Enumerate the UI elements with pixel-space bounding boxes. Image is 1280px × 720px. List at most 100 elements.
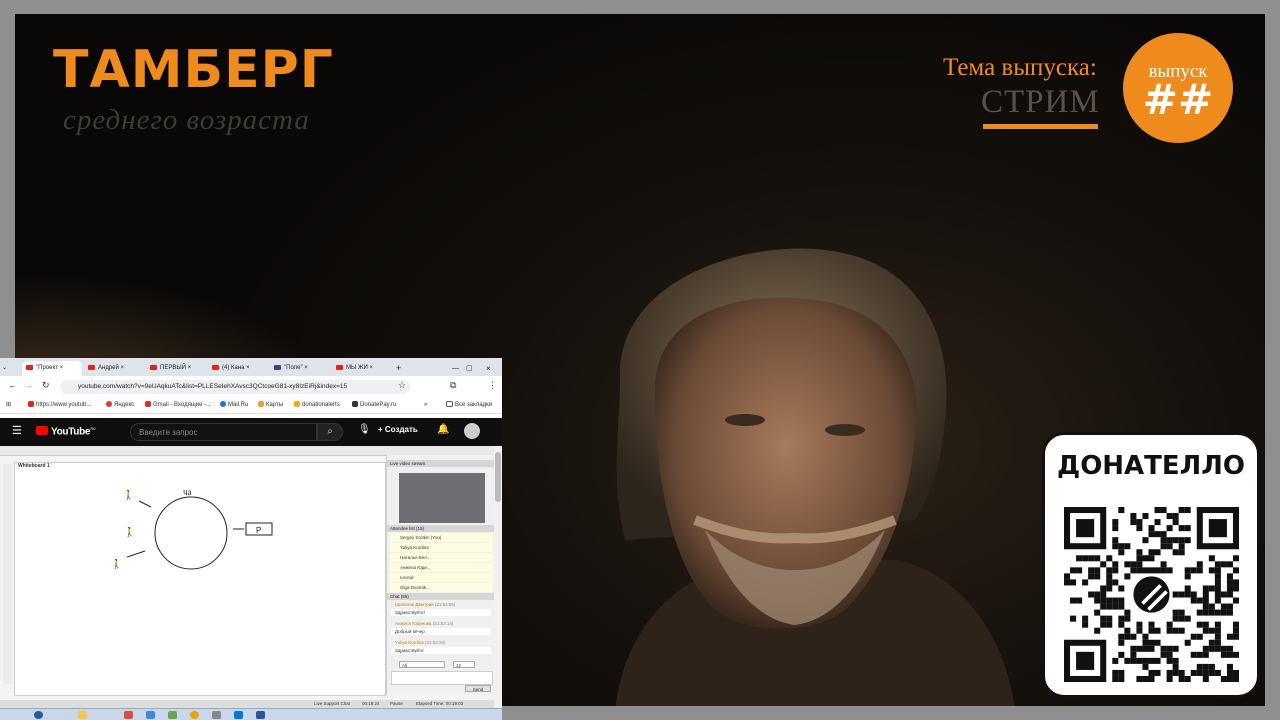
bookmark-item[interactable]: Яндекс — [106, 399, 134, 411]
bookmark-item[interactable]: https://www.youtub... — [28, 399, 91, 411]
all-bookmarks[interactable]: Все закладки — [446, 399, 492, 411]
chat-author-name: Анжела Юдинова — [395, 621, 432, 626]
tab-menu-icon[interactable]: ⌄ — [2, 361, 16, 376]
word-icon[interactable] — [256, 711, 265, 719]
attendee-row[interactable]: Yuliya Kurdina — [390, 543, 493, 552]
search-icon[interactable]: ⌕ — [317, 423, 343, 441]
minimize-icon[interactable]: — — [452, 361, 459, 376]
browser-tab[interactable]: МЫ ЖИ × — [332, 361, 392, 376]
more-bookmarks-icon[interactable]: » — [424, 399, 427, 411]
box-label: P — [256, 526, 261, 535]
maximize-icon[interactable]: ▢ — [466, 361, 473, 376]
bookmark-label: Яндекс — [114, 402, 135, 408]
browser-tab[interactable]: "Проект × — [22, 361, 82, 376]
whiteboard-canvas: ча P 🚶 🚶 🚶 — [14, 462, 386, 696]
browser-tab[interactable]: Андрей × — [84, 361, 144, 376]
skype-icon[interactable] — [234, 711, 243, 719]
chat-time: (21:53:14) — [432, 621, 454, 626]
taskbar-app-icon[interactable] — [168, 711, 177, 719]
chat-author: Анжела Юдинова (21:53:14) — [395, 621, 453, 626]
close-window-icon[interactable]: × — [486, 361, 491, 376]
create-button[interactable]: + Создать — [378, 425, 418, 434]
chat-message: Здравствуйте — [391, 647, 491, 654]
chat-input[interactable] — [391, 671, 493, 685]
topic-value: СТРИМ — [981, 84, 1100, 120]
apps-icon[interactable]: ⊞ — [6, 399, 11, 411]
episode-badge: выпуск ## — [1123, 33, 1233, 143]
pause-button[interactable]: Pause — [390, 700, 403, 708]
start-button-icon[interactable] — [34, 711, 43, 719]
send-button[interactable]: Send — [465, 685, 491, 692]
bookmark-item[interactable]: Карты — [258, 399, 283, 411]
bookmark-item[interactable]: DonatePay.ru — [352, 399, 396, 411]
youtube-icon — [88, 364, 95, 370]
chat-author-name: Yuliya Kurdina — [395, 640, 424, 645]
url-field[interactable]: youtube.com/watch?v=9eUAqkuATc&list=PLLE… — [60, 380, 410, 394]
page-scrollbar[interactable] — [494, 446, 502, 708]
maps-icon — [258, 401, 264, 408]
donation-qr-code[interactable] — [1064, 507, 1239, 682]
attendee-row[interactable]: Sergey Krotkin (You) — [390, 533, 493, 542]
bookmark-item[interactable]: donationalerts — [294, 399, 340, 411]
address-bar: ← → ↻ youtube.com/watch?v=9eUAqkuATc&lis… — [0, 376, 502, 397]
new-tab-button[interactable]: + — [396, 361, 401, 376]
youtube-icon — [150, 364, 157, 370]
brand-subtitle: среднего возраста — [63, 104, 310, 136]
video-player[interactable]: ча P 🚶 🚶 🚶 Whiteboard 1 Live video strea… — [0, 446, 495, 700]
browser-tab[interactable]: "Поле" × — [270, 361, 330, 376]
bookmarks-bar: ⊞ https://www.youtub... Яндекс Gmail - В… — [0, 397, 502, 414]
attendee-row[interactable]: Анжела Юди... — [390, 563, 493, 572]
bookmark-label: Mail.Ru — [228, 402, 249, 408]
chat-message: Здравствуйте! — [391, 609, 491, 616]
youtube-header: ☰ YouTubeRU Введите запрос ⌕ 🎙 + Создать… — [0, 418, 502, 446]
bookmark-star-icon[interactable]: ☆ — [398, 380, 406, 391]
taskbar-app-icon[interactable] — [212, 711, 221, 719]
drawing-label: ча — [183, 487, 192, 497]
notifications-bell-icon[interactable]: 🔔 — [437, 424, 449, 435]
youtube-logo[interactable]: YouTubeRU — [36, 426, 96, 437]
bookmark-item[interactable]: Mail.Ru — [220, 399, 248, 411]
reload-icon[interactable]: ↻ — [42, 380, 50, 391]
browser-tab[interactable]: (4) Кана × — [208, 361, 268, 376]
attendee-row[interactable]: Leonid — [390, 573, 493, 582]
os-taskbar — [0, 708, 502, 720]
chat-time: (21:53:20) — [425, 640, 446, 645]
live-stream-header: Live video stream — [387, 460, 495, 467]
back-icon[interactable]: ← — [8, 380, 17, 390]
hamburger-menu-icon[interactable]: ☰ — [12, 424, 22, 437]
chat-header: Chat (86) — [387, 593, 495, 600]
donation-card: ДОНАТЕЛЛО — [1042, 432, 1260, 698]
tab-title: ПЕРВЫЙ — [160, 365, 186, 371]
bookmark-item[interactable]: Gmail - Входящие -... — [145, 399, 211, 411]
tab-title: МЫ ЖИ — [346, 365, 368, 371]
microphone-icon[interactable]: 🎙 — [358, 424, 371, 435]
taskbar-app-icon[interactable] — [124, 711, 133, 719]
font-size-select[interactable]: 12 — [453, 661, 475, 668]
avatar[interactable] — [464, 423, 480, 439]
create-label: Создать — [384, 425, 418, 434]
chrome-icon[interactable] — [190, 711, 199, 719]
youtube-search-input[interactable]: Введите запрос — [130, 423, 317, 441]
attendee-row[interactable]: Olga Dvornik... — [390, 583, 493, 592]
whiteboard-tool-palette[interactable] — [3, 464, 12, 684]
tab-title: (4) Кана — [222, 365, 245, 371]
browser-menu-icon[interactable]: ⋮ — [488, 380, 497, 391]
donatepay-icon — [352, 401, 358, 408]
forward-icon[interactable]: → — [24, 380, 33, 390]
taskbar-app-icon[interactable] — [146, 711, 155, 719]
scrollbar-thumb[interactable] — [495, 452, 501, 502]
donationalerts-icon — [294, 401, 300, 408]
bookmark-label: donationalerts — [302, 402, 340, 408]
chat-message: Добрый вечер — [391, 628, 491, 635]
topic-underline — [983, 124, 1098, 129]
live-support-chat-link[interactable]: Live Support Chat — [314, 700, 350, 708]
youtube-play-icon — [36, 426, 48, 436]
extensions-icon[interactable]: ⧉ — [450, 380, 456, 391]
attendee-row[interactable]: Наталья Бел... — [390, 553, 493, 562]
chat-recipient-select[interactable]: All — [399, 661, 445, 668]
chat-time: (21:52:55) — [434, 602, 456, 607]
youtube-icon — [212, 364, 219, 370]
explorer-icon[interactable] — [78, 711, 87, 719]
browser-tab[interactable]: ПЕРВЫЙ × — [146, 361, 206, 376]
chat-author: Шипилов Дмитрий (21:52:55) — [395, 602, 455, 607]
